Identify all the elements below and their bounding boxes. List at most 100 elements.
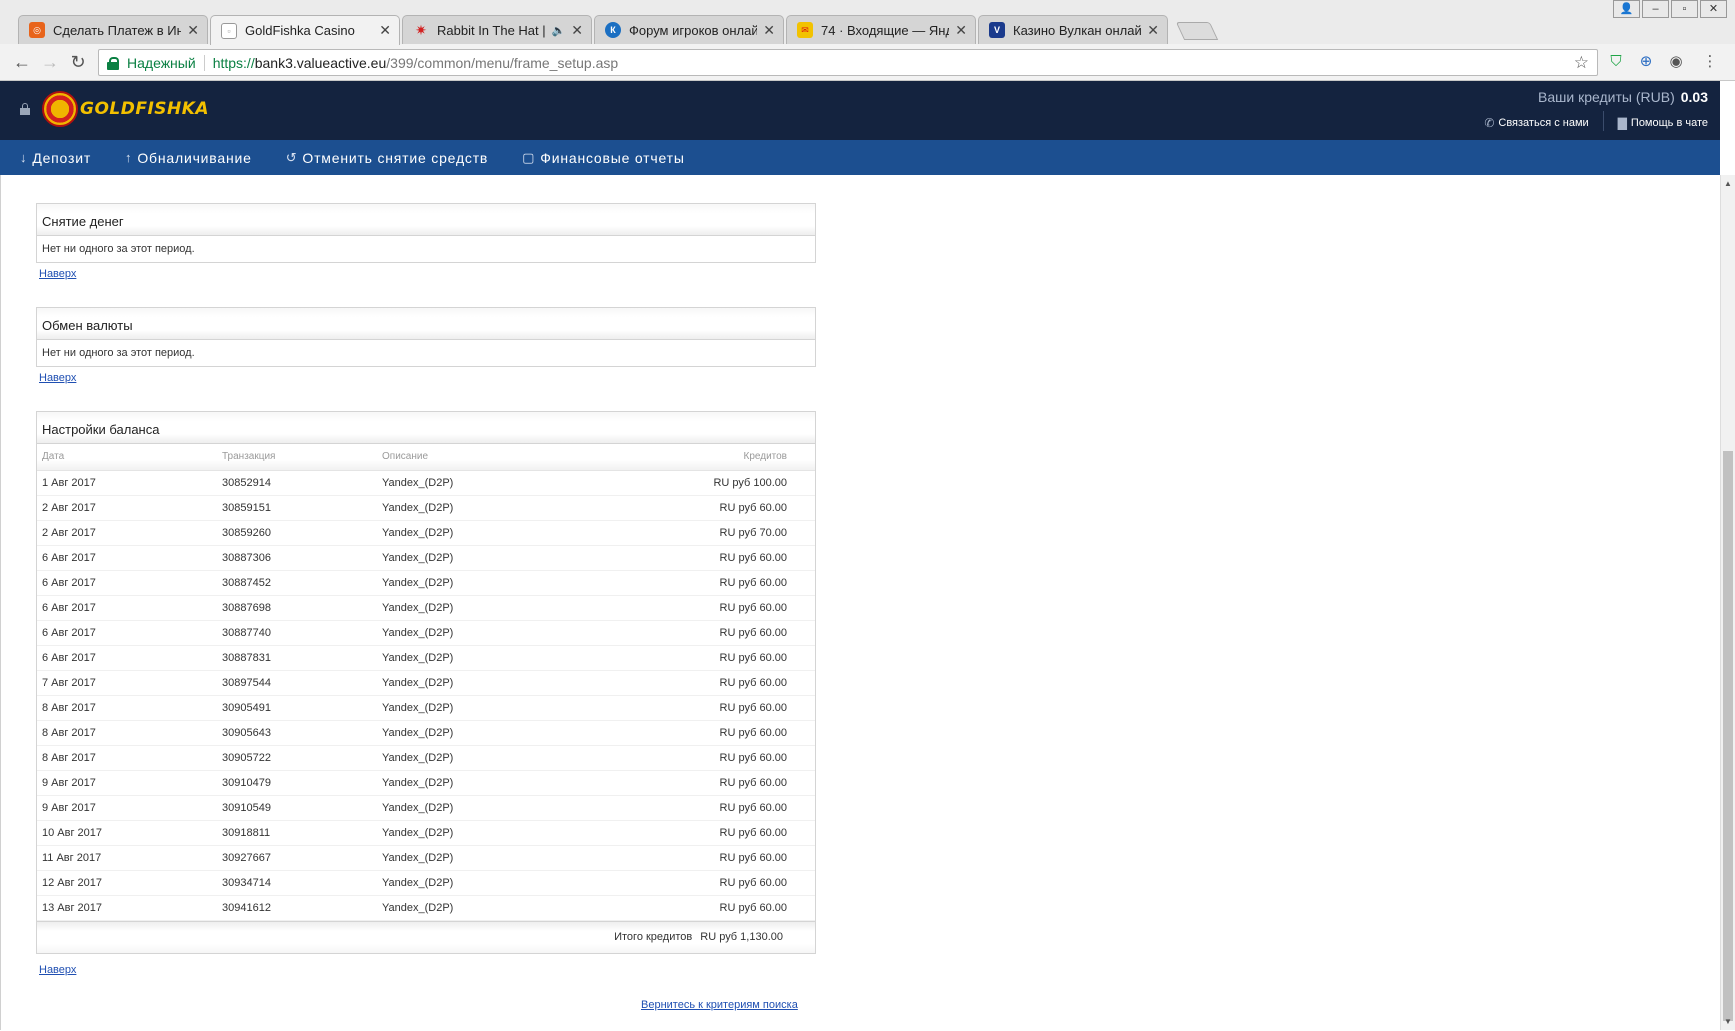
table-row: 8 Авг 2017 30905722 Yandex_(D2P) RU руб 60.…	[37, 745, 815, 771]
table-body: 1 Авг 2017 30852914 Yandex_(D2P) RU руб 100…	[37, 470, 815, 921]
site-header: GOLDFISHKA Ваши кредиты (RUB) 0.03 ✆ Связ…	[0, 81, 1720, 140]
secure-label[interactable]: Надежный	[127, 54, 205, 71]
menu-kebab-icon[interactable]: ⋮	[1700, 52, 1720, 72]
close-window-button[interactable]: ✕	[1700, 0, 1727, 18]
url-host: bank3.valueactive.eu	[254, 54, 387, 71]
panel-title: Настройки баланса	[37, 412, 815, 444]
mail-favicon-icon: ✉	[797, 22, 813, 38]
date-cell: 9 Авг 2017	[37, 770, 217, 796]
column-header-description: Описание	[377, 444, 567, 471]
transaction-cell: 30859260	[217, 520, 377, 546]
browser-tab-1[interactable]: ◎ Сделать Платеж в Интер ✕	[18, 15, 208, 44]
scrollbar-thumb[interactable]	[1723, 451, 1733, 1021]
description-cell: Yandex_(D2P)	[377, 520, 567, 546]
transaction-cell: 30897544	[217, 670, 377, 696]
browser-tab-6[interactable]: V Казино Вулкан онлайн ✕	[978, 15, 1168, 44]
credits-cell: RU руб 60.00	[566, 570, 815, 596]
browser-tab-5[interactable]: ✉ 74 · Входящие — Яндекс ✕	[786, 15, 976, 44]
scroll-up-icon[interactable]: ▲	[1724, 179, 1732, 188]
back-arrow-icon[interactable]: ←	[10, 51, 34, 75]
nav-label: Обналичивание	[137, 149, 252, 166]
reload-icon[interactable]: ↻	[66, 51, 90, 75]
bookmark-star-icon[interactable]: ☆	[1574, 53, 1589, 73]
chat-bubble-icon: ▇	[1617, 115, 1627, 130]
credits-cell: RU руб 60.00	[566, 770, 815, 796]
description-cell: Yandex_(D2P)	[377, 545, 567, 571]
speaker-icon[interactable]: 🔈	[552, 24, 566, 37]
tab-close-icon[interactable]: ✕	[379, 22, 391, 39]
back-to-top-link[interactable]: Наверх	[39, 372, 76, 384]
credits-cell: RU руб 60.00	[566, 545, 815, 571]
credits-display: Ваши кредиты (RUB) 0.03	[1538, 89, 1708, 105]
page-favicon-icon: ▫	[221, 22, 237, 39]
credits-cell: RU руб 60.00	[566, 820, 815, 846]
total-value: RU руб 1,130.00	[700, 931, 783, 943]
table-row: 6 Авг 2017 30887306 Yandex_(D2P) RU руб 60.…	[37, 545, 815, 571]
browser-tab-2[interactable]: ▫ GoldFishka Casino ✕	[210, 15, 400, 45]
transactions-table: Дата Транзакция Описание Кредитов 1 Авг …	[37, 444, 815, 921]
table-row: 8 Авг 2017 30905643 Yandex_(D2P) RU руб 60.…	[37, 720, 815, 746]
tab-close-icon[interactable]: ✕	[955, 22, 967, 39]
url-scheme: https://	[212, 54, 255, 71]
back-to-top-link[interactable]: Наверх	[39, 964, 76, 976]
table-row: 2 Авг 2017 30859151 Yandex_(D2P) RU руб 60.…	[37, 495, 815, 521]
nav-deposit[interactable]: ↓ Депозит	[0, 150, 91, 166]
transaction-cell: 30910479	[217, 770, 377, 796]
description-cell: Yandex_(D2P)	[377, 470, 567, 496]
minimize-button[interactable]: –	[1642, 0, 1669, 18]
chat-help-link[interactable]: ▇ Помощь в чате	[1618, 114, 1708, 131]
nav-cancel-withdrawal[interactable]: ↺ Отменить снятие средств	[266, 150, 488, 166]
date-cell: 6 Авг 2017	[37, 595, 217, 621]
table-row: 11 Авг 2017 30927667 Yandex_(D2P) RU руб 60…	[37, 845, 815, 871]
lock-icon	[20, 103, 30, 115]
shield-extension-icon[interactable]: ⛉	[1606, 52, 1626, 72]
new-tab-button[interactable]	[1175, 22, 1219, 40]
table-row: 6 Авг 2017 30887831 Yandex_(D2P) RU руб 60.…	[37, 645, 815, 671]
return-to-search-link[interactable]: Вернитесь к критериям поиска	[641, 999, 798, 1011]
date-cell: 6 Авг 2017	[37, 545, 217, 571]
user-profile-icon[interactable]: 👤	[1613, 0, 1640, 18]
secure-lock-icon[interactable]	[107, 56, 119, 70]
goldfishka-logo[interactable]: GOLDFISHKA	[42, 91, 209, 127]
cashier-nav: ↓ Депозит ↑ Обналичивание ↺ Отменить сня…	[0, 140, 1720, 175]
balance-adjustments-panel: Настройки баланса Дата Транзакция Описан…	[36, 411, 816, 954]
withdrawals-panel: Снятие денег Нет ни одного за этот перио…	[36, 203, 816, 263]
forward-arrow-icon[interactable]: →	[38, 51, 62, 75]
contact-us-link[interactable]: ✆ Связаться с нами	[1484, 114, 1588, 131]
forum-favicon-icon: К	[605, 22, 621, 38]
date-cell: 8 Авг 2017	[37, 695, 217, 721]
description-cell: Yandex_(D2P)	[377, 820, 567, 846]
browser-toolbar: ← → ↻ Надежный https:// bank3.valueactiv…	[0, 44, 1735, 81]
currency-exchange-panel: Обмен валюты Нет ни одного за этот перио…	[36, 307, 816, 367]
description-cell: Yandex_(D2P)	[377, 695, 567, 721]
transaction-cell: 30918811	[217, 820, 377, 846]
tab-close-icon[interactable]: ✕	[571, 22, 583, 39]
tab-close-icon[interactable]: ✕	[763, 22, 775, 39]
maximize-button[interactable]: ▫	[1671, 0, 1698, 18]
back-to-top-link[interactable]: Наверх	[39, 268, 76, 280]
transaction-cell: 30934714	[217, 870, 377, 896]
table-row: 13 Авг 2017 30941612 Yandex_(D2P) RU руб 60…	[37, 895, 815, 921]
browser-tab-4[interactable]: К Форум игроков онлайн ✕	[594, 15, 784, 44]
scroll-down-icon[interactable]: ▼	[1724, 1017, 1732, 1026]
transaction-cell: 30887306	[217, 545, 377, 571]
eye-extension-icon[interactable]: ◉	[1666, 52, 1686, 72]
browser-tab-strip: ◎ Сделать Платеж в Интер ✕ ▫ GoldFishka …	[0, 0, 1735, 45]
credits-cell: RU руб 60.00	[566, 595, 815, 621]
payment-favicon-icon: ◎	[29, 22, 45, 38]
table-row: 12 Авг 2017 30934714 Yandex_(D2P) RU руб 60…	[37, 870, 815, 896]
tab-close-icon[interactable]: ✕	[1147, 22, 1159, 39]
address-bar[interactable]: Надежный https:// bank3.valueactive.eu /…	[98, 49, 1598, 76]
vpn-extension-icon[interactable]: ⊕	[1636, 52, 1656, 72]
tab-close-icon[interactable]: ✕	[187, 22, 199, 39]
credits-cell: RU руб 60.00	[566, 695, 815, 721]
credits-cell: RU руб 60.00	[566, 645, 815, 671]
transaction-cell: 30887698	[217, 595, 377, 621]
page-scrollbar[interactable]: ▲ ▼	[1720, 175, 1735, 1030]
nav-withdraw[interactable]: ↑ Обналичивание	[105, 150, 252, 166]
date-cell: 6 Авг 2017	[37, 570, 217, 596]
table-row: 2 Авг 2017 30859260 Yandex_(D2P) RU руб 70.…	[37, 520, 815, 546]
browser-tab-3[interactable]: ✷ Rabbit In The Hat | Ka 🔈 ✕	[402, 15, 592, 44]
nav-financial-reports[interactable]: ▢ Финансовые отчеты	[502, 150, 685, 166]
credits-cell: RU руб 60.00	[566, 670, 815, 696]
